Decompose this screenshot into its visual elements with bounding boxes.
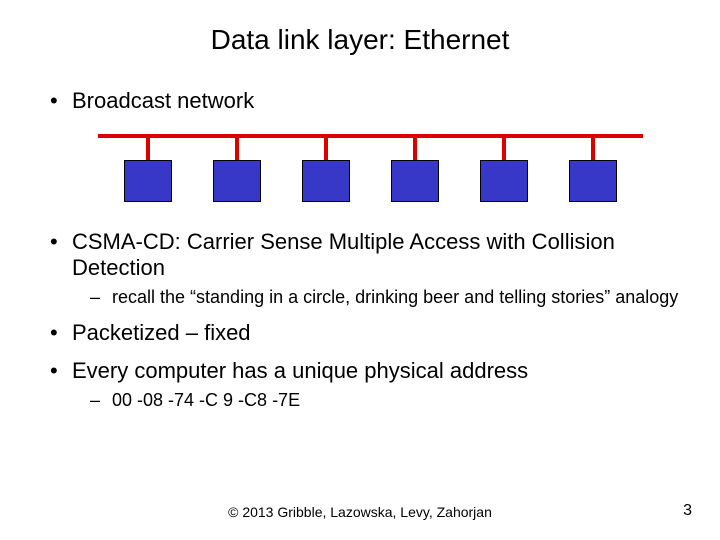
drop-line	[146, 138, 150, 160]
slide-title: Data link layer: Ethernet	[0, 0, 720, 76]
bullet-broadcast: Broadcast network	[50, 88, 690, 114]
drop-line	[591, 138, 595, 160]
bullet-csma: CSMA-CD: Carrier Sense Multiple Access w…	[50, 229, 690, 281]
network-node	[569, 160, 617, 202]
bus-line	[98, 134, 643, 138]
copyright-footer: © 2013 Gribble, Lazowska, Levy, Zahorjan	[0, 504, 720, 520]
drop-line	[235, 138, 239, 160]
network-node	[124, 160, 172, 202]
drop-line	[413, 138, 417, 160]
network-node	[391, 160, 439, 202]
bullet-address: Every computer has a unique physical add…	[50, 358, 690, 384]
sub-bullet-mac: 00 -08 -74 -C 9 -C8 -7E	[90, 390, 690, 411]
slide-content: Broadcast network CSMA-CD: Carrier Sense…	[0, 88, 720, 411]
network-node	[302, 160, 350, 202]
ethernet-bus-diagram	[98, 134, 643, 209]
drop-line	[502, 138, 506, 160]
bullet-packetized: Packetized – fixed	[50, 320, 690, 346]
sub-bullet-analogy: recall the “standing in a circle, drinki…	[90, 287, 690, 308]
network-node	[213, 160, 261, 202]
network-node	[480, 160, 528, 202]
drop-line	[324, 138, 328, 160]
page-number: 3	[683, 502, 692, 520]
